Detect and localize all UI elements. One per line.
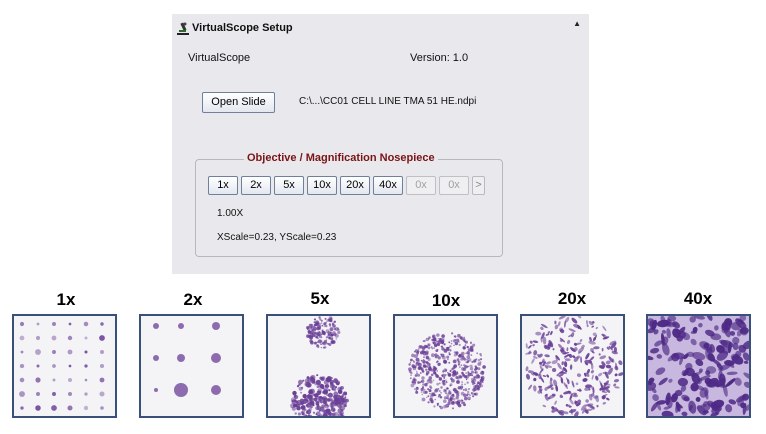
thumb-label-20x: 20x	[557, 289, 587, 308]
magnification-value: 1.00X	[217, 208, 244, 219]
thumbnail-1x	[12, 314, 117, 418]
thumbnail-2x	[139, 314, 244, 418]
objective-button-10x[interactable]: 10x	[307, 176, 337, 195]
slide-path: C:\...\CC01 CELL LINE TMA 51 HE.ndpi	[299, 96, 477, 107]
collapse-icon[interactable]: ▲	[573, 19, 581, 28]
thumbnail-20x	[520, 314, 625, 418]
objective-button-5x[interactable]: 5x	[274, 176, 304, 195]
thumb-label-5x: 5x	[310, 289, 330, 308]
window-title: VirtualScope Setup	[192, 22, 293, 34]
next-objectives-button[interactable]: >	[472, 176, 485, 195]
microscope-icon	[177, 22, 189, 35]
open-slide-button[interactable]: Open Slide	[202, 92, 275, 113]
objective-button-40x[interactable]: 40x	[373, 176, 403, 195]
objective-button-empty-1[interactable]: 0x	[406, 176, 436, 195]
thumb-label-10x: 10x	[431, 291, 461, 310]
thumb-label-40x: 40x	[683, 289, 713, 308]
thumbnail-40x	[646, 314, 751, 418]
objective-button-20x[interactable]: 20x	[340, 176, 370, 195]
app-name-label: VirtualScope	[188, 52, 251, 64]
thumb-label-2x: 2x	[183, 290, 203, 309]
objective-button-empty-2[interactable]: 0x	[439, 176, 469, 195]
thumbnail-5x	[266, 314, 371, 418]
thumbnail-10x	[393, 314, 498, 418]
nosepiece-title: Objective / Magnification Nosepiece	[244, 152, 438, 164]
scale-value: XScale=0.23, YScale=0.23	[217, 232, 337, 243]
objective-button-2x[interactable]: 2x	[241, 176, 271, 195]
thumb-label-1x: 1x	[56, 290, 76, 309]
title-bar: VirtualScope Setup ▲	[172, 14, 589, 42]
objective-button-1x[interactable]: 1x	[208, 176, 238, 195]
setup-window: VirtualScope Setup ▲ VirtualScope Versio…	[172, 14, 589, 274]
version-label: Version: 1.0	[410, 52, 469, 64]
